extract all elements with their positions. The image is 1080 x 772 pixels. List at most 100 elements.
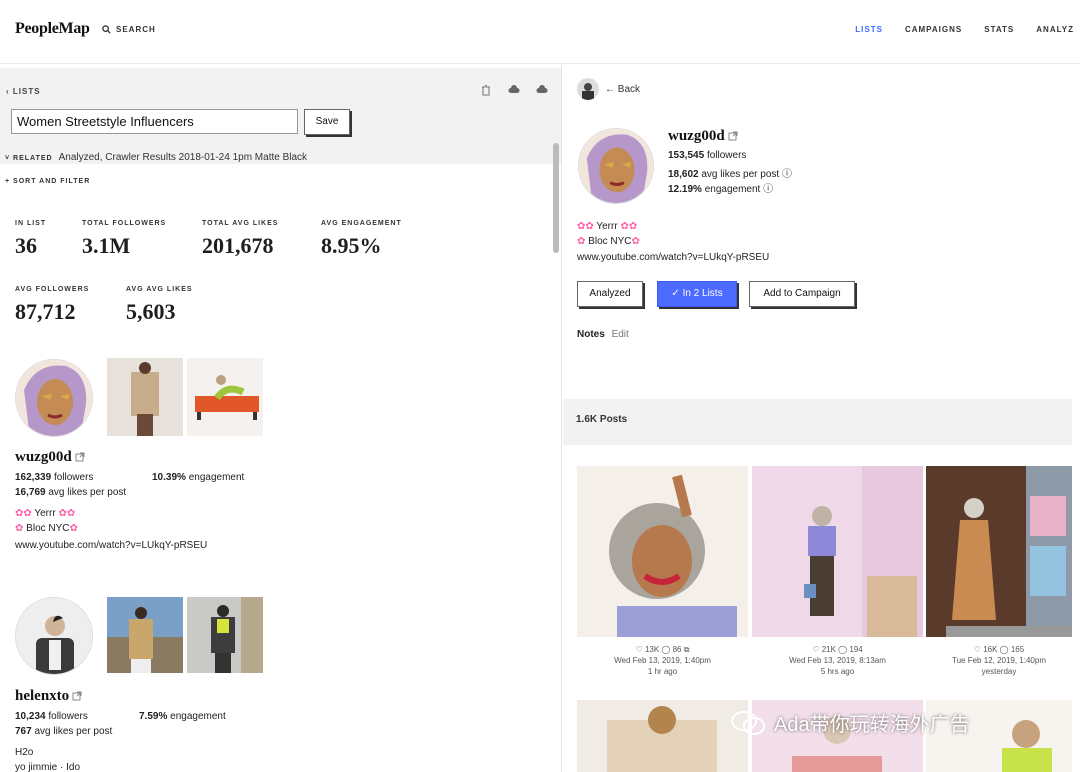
profile-url[interactable]: www.youtube.com/watch?v=LUkqY-pRSEU	[577, 252, 769, 263]
flower-icon: ✿	[15, 523, 27, 534]
flower-icon: ✿	[69, 523, 78, 534]
avatar[interactable]	[15, 359, 93, 437]
influencer-username[interactable]: helenxto	[15, 688, 82, 705]
post-image[interactable]	[926, 466, 1072, 637]
detail-panel: ← Back wuzg00d 153,545 followers 18,602 …	[563, 64, 1080, 772]
avg-likes: 767 avg likes per post	[15, 726, 112, 737]
followers-label: followers	[706, 150, 747, 161]
engagement-label: engagement	[704, 184, 761, 195]
stat-label: TOTAL FOLLOWERS	[82, 220, 167, 227]
nav-campaigns[interactable]: CAMPAIGNS	[905, 25, 962, 34]
search-icon	[102, 25, 111, 34]
post-meta: ♡ 21K ◯ 194 Wed Feb 13, 2019, 8:13am 5 h…	[752, 644, 923, 677]
related-label: ˅ RELATED	[5, 155, 53, 162]
flower-icon: ✿	[631, 236, 640, 247]
avg-likes-label: avg likes per post	[48, 487, 127, 498]
search-label: SEARCH	[116, 25, 156, 34]
list-panel: ‹ LISTS Women Streetstyle Influencers Sa…	[0, 64, 562, 772]
followers-count: 153,545 followers	[668, 150, 746, 161]
stat-label: AVG ENGAGEMENT	[321, 220, 402, 227]
back-label: ← Back	[605, 83, 641, 95]
comment-icon: ◯	[661, 645, 673, 654]
bio-text: Yerrr	[34, 508, 56, 519]
post-thumbnail[interactable]	[187, 597, 263, 673]
followers-count: 10,234 followers	[15, 711, 88, 722]
cloud-download-icon[interactable]	[536, 84, 548, 96]
stat-value: 87,712	[15, 299, 76, 324]
engagement-value: 7.59%	[139, 711, 168, 722]
save-button[interactable]: Save	[304, 109, 350, 135]
stat-value: 201,678	[202, 233, 274, 258]
copy-icon[interactable]: ⧉	[684, 645, 690, 654]
followers-label: followers	[53, 472, 94, 483]
external-link-icon[interactable]	[728, 131, 738, 141]
edit-notes-link[interactable]: Edit	[612, 329, 629, 340]
analyzed-button[interactable]: Analyzed	[577, 281, 643, 307]
nav-stats[interactable]: STATS	[984, 25, 1014, 34]
list-name-input[interactable]: Women Streetstyle Influencers	[11, 109, 298, 134]
engagement-rate: 7.59% engagement	[139, 711, 226, 722]
trash-icon[interactable]	[480, 84, 492, 96]
chevron-left-icon: ‹	[6, 87, 13, 96]
followers-label: followers	[48, 711, 88, 722]
notes-row: Notes Edit	[577, 329, 629, 340]
back-to-lists-link[interactable]: ‹ LISTS	[6, 87, 41, 96]
post-thumbnail[interactable]	[187, 358, 263, 436]
post-stats: ♡ 13K ◯ 86 ⧉	[577, 644, 748, 655]
post-stats: ♡ 16K ◯ 165	[926, 644, 1072, 655]
stat-value: 3.1M	[82, 233, 131, 258]
profile-url[interactable]: www.youtube.com/watch?v=LUkqY-pRSEU	[15, 540, 207, 551]
bio-text: Bloc NYC	[26, 523, 70, 534]
post-image[interactable]	[577, 466, 748, 637]
nav-lists[interactable]: LISTS	[855, 25, 883, 34]
list-header: ‹ LISTS Women Streetstyle Influencers Sa…	[0, 68, 561, 164]
avg-likes-label: avg likes per post	[34, 726, 113, 737]
profile-username[interactable]: wuzg00d	[668, 128, 738, 145]
flower-icon: ✿✿	[617, 221, 638, 232]
bio-text: Bloc NYC	[588, 236, 632, 247]
bio-text: Yerrr	[596, 221, 618, 232]
comment-icon: ◯	[838, 645, 850, 654]
engagement-value: 10.39%	[152, 472, 186, 483]
post-date: Tue Feb 12, 2019, 1:40pm	[952, 656, 1046, 665]
engagement-rate: 10.39% engagement	[152, 472, 244, 483]
top-bar: PeopleMap SEARCH LISTS CAMPAIGNS STATS A…	[0, 0, 1080, 64]
scrollbar[interactable]	[553, 143, 559, 253]
stat-value: 36	[15, 233, 37, 258]
app-logo[interactable]: PeopleMap	[15, 20, 90, 38]
cloud-upload-icon[interactable]	[508, 84, 520, 96]
post-age: yesterday	[981, 667, 1017, 676]
heart-icon: ♡	[635, 645, 645, 654]
influencer-username[interactable]: wuzg00d	[15, 449, 85, 466]
related-row[interactable]: ˅ RELATED Analyzed, Crawler Results 2018-…	[5, 152, 307, 163]
post-age: 5 hrs ago	[820, 667, 855, 676]
bio-line: H2o	[15, 747, 34, 758]
post-image[interactable]	[577, 700, 748, 772]
avatar[interactable]	[15, 597, 93, 675]
post-stats: ♡ 21K ◯ 194	[752, 644, 923, 655]
back-button[interactable]: ← Back	[577, 78, 640, 100]
post-image[interactable]	[752, 466, 923, 637]
post-thumbnail[interactable]	[107, 597, 183, 673]
stat-label: TOTAL AVG LIKES	[202, 220, 279, 227]
heart-icon: ♡	[812, 645, 822, 654]
followers-value: 153,545	[668, 150, 705, 161]
in-lists-label: In 2 Lists	[682, 288, 723, 299]
post-thumbnail[interactable]	[107, 358, 183, 436]
username-text: wuzg00d	[15, 449, 72, 465]
search-button[interactable]: SEARCH	[102, 25, 156, 34]
avg-likes-label: avg likes per post	[701, 169, 780, 180]
nav-analyze[interactable]: ANALYZ	[1036, 25, 1074, 34]
followers-count: 162,339 followers	[15, 472, 93, 483]
post-date: Wed Feb 13, 2019, 8:13am	[789, 656, 886, 665]
external-link-icon[interactable]	[75, 452, 85, 462]
info-icon[interactable]: ⓘ	[763, 184, 773, 195]
info-icon[interactable]: ⓘ	[782, 169, 792, 180]
external-link-icon[interactable]	[72, 691, 82, 701]
in-lists-button[interactable]: ✓ In 2 Lists	[657, 281, 737, 307]
add-to-campaign-button[interactable]: Add to Campaign	[749, 281, 855, 307]
chevron-down-icon: ˅	[5, 155, 14, 162]
post-meta: ♡ 13K ◯ 86 ⧉ Wed Feb 13, 2019, 1:40pm 1 …	[577, 644, 748, 677]
sort-filter-button[interactable]: + SORT AND FILTER	[5, 178, 90, 185]
stat-label: AVG AVG LIKES	[126, 286, 193, 293]
